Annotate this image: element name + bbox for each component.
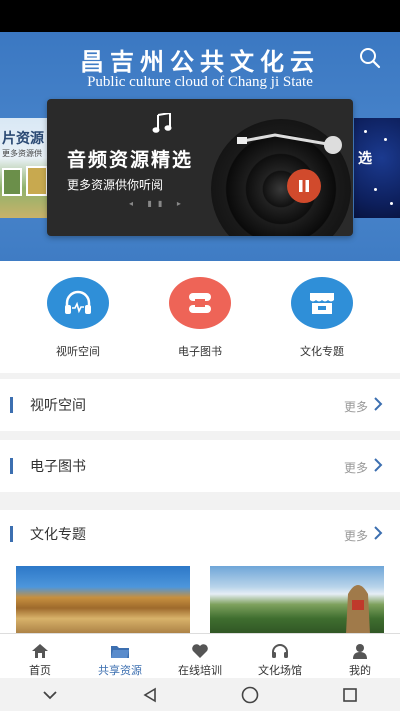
prev-card-label: 片资源 (2, 131, 44, 147)
store-icon (310, 293, 334, 314)
headset-icon (272, 644, 288, 658)
section-bar (10, 397, 13, 413)
folder-icon (111, 646, 129, 658)
section-bar (10, 526, 13, 542)
more-link[interactable]: 更多 (344, 459, 368, 476)
chevron-right-icon[interactable] (372, 396, 384, 412)
tab-label: 共享资源 (98, 664, 142, 677)
section-title: 视听空间 (30, 398, 86, 414)
star-dot (390, 202, 393, 205)
nav-back-button[interactable] (130, 678, 170, 711)
player-controls-icon: ◂ ▮▮ ▸ (129, 199, 187, 208)
search-icon (360, 48, 381, 69)
book-icon (189, 293, 211, 313)
section-audio: 视听空间 更多 (0, 379, 400, 431)
quick-nav: 视听空间 电子图书 文化专题 (0, 261, 400, 373)
chevron-right-icon[interactable] (372, 525, 384, 541)
more-link[interactable]: 更多 (344, 527, 368, 544)
quick-nav-label: 视听空间 (56, 345, 100, 358)
ebook-circle (169, 277, 231, 329)
home-icon (32, 644, 48, 658)
tab-venues[interactable]: 文化场馆 (240, 634, 320, 679)
music-note-icon (152, 113, 172, 133)
back-triangle-icon (143, 687, 156, 702)
nav-recents-button[interactable] (330, 678, 370, 711)
tonearm-icon (237, 133, 342, 154)
culture-photo-mountain[interactable] (210, 566, 384, 633)
section-ebook: 电子图书 更多 (0, 440, 400, 492)
tab-online-training[interactable]: 在线培训 (160, 634, 240, 679)
star-dot (364, 130, 367, 133)
tab-home[interactable]: 首页 (0, 634, 80, 679)
section-culture: 文化专题 更多 (0, 510, 400, 633)
nav-home-button[interactable] (230, 678, 270, 711)
prev-card-sub: 更多资源供 (2, 149, 42, 158)
banner-title: 音频资源精选 (67, 149, 194, 171)
header-hero: 昌吉州公共文化云 Public culture cloud of Chang j… (0, 32, 400, 261)
prev-card-photo (26, 166, 48, 196)
tab-mine[interactable]: 我的 (320, 634, 400, 679)
section-title: 电子图书 (30, 459, 86, 475)
chevron-down-icon (43, 690, 57, 699)
bottom-tab-bar: 首页 共享资源 在线培训 文化场馆 我的 (0, 633, 400, 678)
pause-icon (299, 180, 309, 192)
status-bar (0, 0, 400, 32)
prev-card-photo (2, 168, 22, 196)
stone-monument-icon (346, 585, 370, 633)
carousel-banner[interactable]: 音频资源精选 更多资源供你听阅 ◂ ▮▮ ▸ (47, 99, 353, 236)
headphones-icon (65, 290, 91, 314)
culture-photo-canyon[interactable] (16, 566, 190, 633)
star-dot (384, 138, 387, 141)
tab-label: 首页 (29, 664, 51, 677)
quick-nav-ebook[interactable]: 电子图书 (150, 277, 250, 359)
quick-nav-audio[interactable]: 视听空间 (28, 277, 128, 359)
recents-square-icon (343, 687, 357, 702)
quick-nav-label: 文化专题 (300, 345, 344, 358)
more-link[interactable]: 更多 (344, 398, 368, 415)
section-bar (10, 458, 13, 474)
audio-circle (47, 277, 109, 329)
tab-label: 我的 (349, 664, 371, 677)
tab-label: 在线培训 (178, 664, 222, 677)
tab-label: 文化场馆 (258, 664, 302, 677)
heart-icon (192, 644, 208, 658)
section-title: 文化专题 (30, 527, 86, 543)
app-subtitle: Public culture cloud of Chang ji State (87, 74, 313, 90)
search-button[interactable] (358, 46, 382, 70)
android-nav-bar (0, 678, 400, 711)
next-card-label: 选 (358, 151, 372, 167)
app-title: 昌吉州公共文化云 (80, 47, 320, 76)
tab-shared-resources[interactable]: 共享资源 (80, 634, 160, 679)
star-dot (374, 188, 377, 191)
home-circle-icon (241, 686, 259, 703)
user-icon (353, 644, 367, 659)
nav-down-button[interactable] (30, 678, 70, 711)
pause-button[interactable] (287, 169, 321, 203)
quick-nav-culture[interactable]: 文化专题 (272, 277, 372, 359)
chevron-right-icon[interactable] (372, 457, 384, 473)
culture-circle (291, 277, 353, 329)
banner-subtitle: 更多资源供你听阅 (67, 178, 164, 192)
carousel-next-card[interactable]: 选 (354, 118, 400, 218)
quick-nav-label: 电子图书 (178, 345, 222, 358)
carousel-prev-card[interactable]: 片资源 更多资源供 (0, 118, 52, 218)
